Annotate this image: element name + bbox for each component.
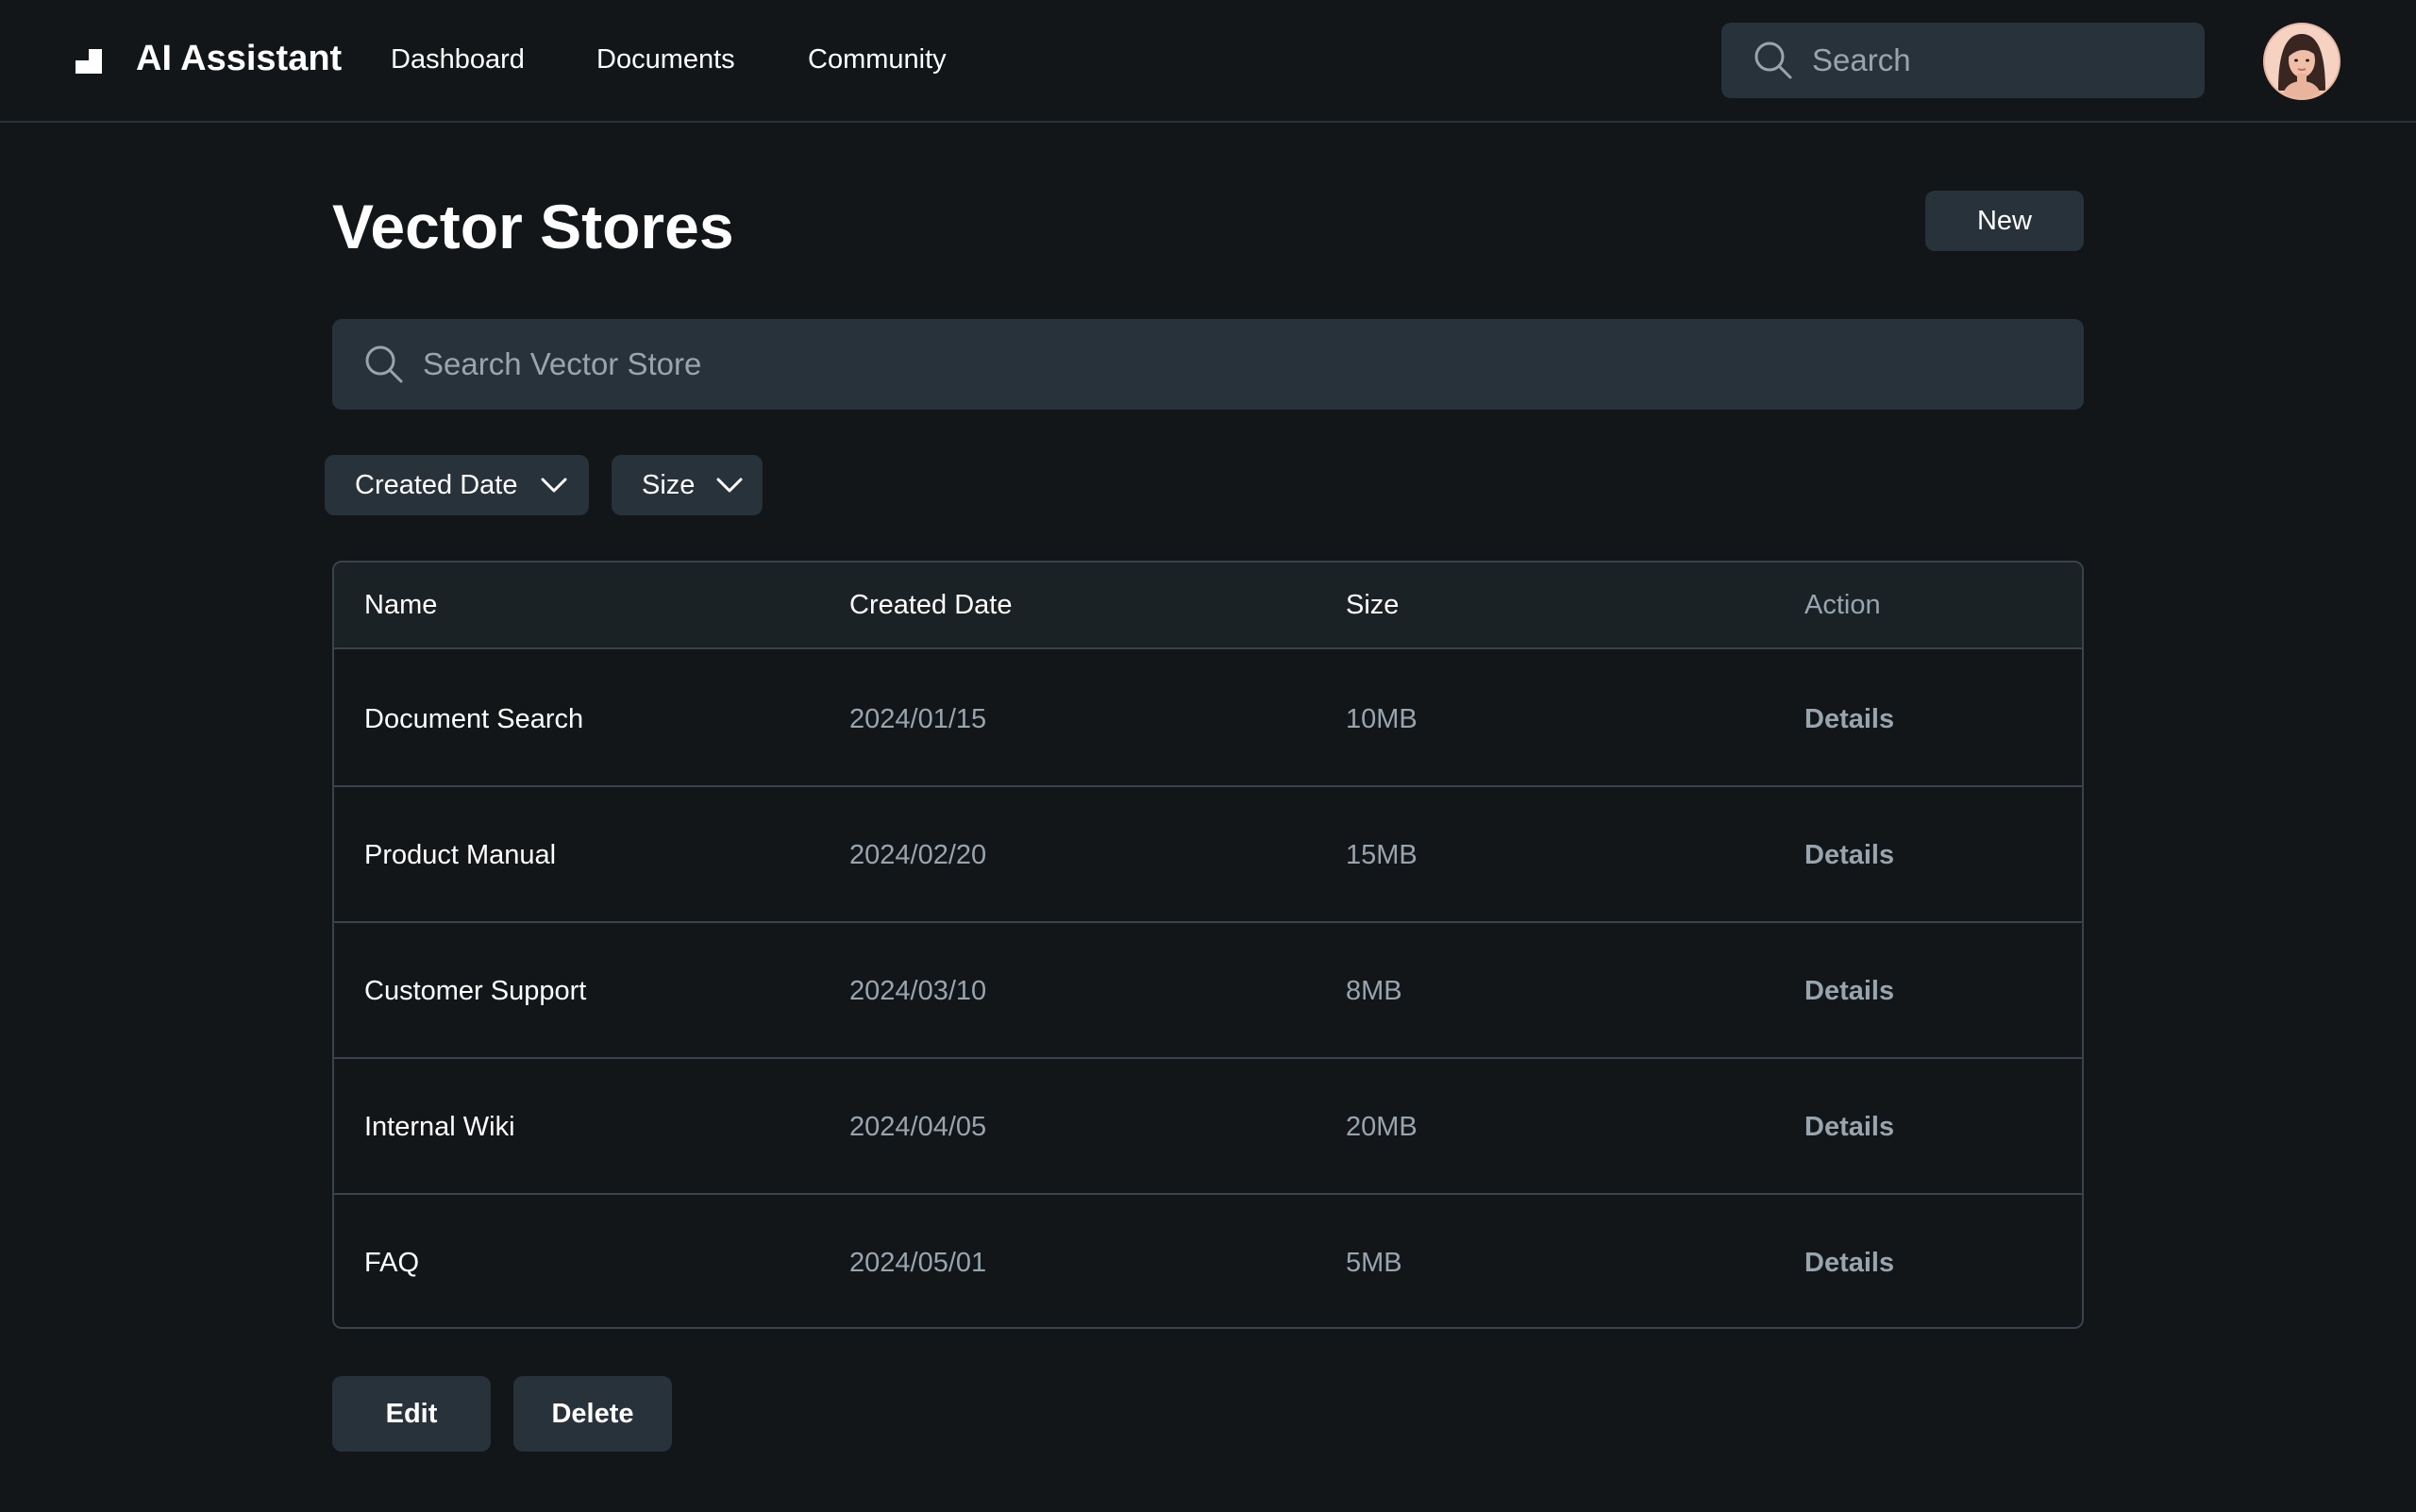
logo-icon	[76, 49, 102, 74]
created-date-filter[interactable]: Created Date	[325, 455, 589, 515]
created-date-filter-label: Created Date	[355, 470, 518, 500]
column-header-created-date: Created Date	[849, 590, 1013, 620]
size-filter[interactable]: Size	[612, 455, 763, 515]
avatar-portrait	[2265, 25, 2339, 98]
table-header: Name Created Date Size Action	[334, 563, 2082, 649]
column-header-action: Action	[1804, 590, 1881, 620]
table-row[interactable]: Document Search 2024/01/15 10MB Details	[334, 651, 2082, 787]
avatar[interactable]	[2263, 23, 2340, 100]
column-header-size: Size	[1346, 590, 1400, 620]
details-link[interactable]: Details	[1804, 701, 1894, 737]
row-created-date: 2024/03/10	[849, 976, 987, 1006]
edit-button[interactable]: Edit	[332, 1376, 491, 1452]
search-icon	[1754, 42, 1792, 79]
row-created-date: 2024/02/20	[849, 840, 987, 870]
row-size: 20MB	[1346, 1112, 1418, 1142]
row-name: Product Manual	[364, 840, 557, 870]
delete-button[interactable]: Delete	[513, 1376, 672, 1452]
nav-dashboard[interactable]: Dashboard	[391, 42, 525, 77]
row-size: 8MB	[1346, 976, 1402, 1006]
row-name: Internal Wiki	[364, 1112, 515, 1142]
details-link[interactable]: Details	[1804, 1109, 1894, 1145]
chevron-down-icon	[716, 478, 743, 493]
global-search-box[interactable]	[1721, 23, 2205, 98]
column-header-name: Name	[364, 590, 438, 620]
details-link[interactable]: Details	[1804, 837, 1894, 873]
row-created-date: 2024/04/05	[849, 1112, 987, 1142]
nav-documents[interactable]: Documents	[596, 42, 735, 77]
table-row[interactable]: Internal Wiki 2024/04/05 20MB Details	[334, 1059, 2082, 1195]
details-link[interactable]: Details	[1804, 1245, 1894, 1281]
new-button[interactable]: New	[1925, 191, 2084, 251]
row-created-date: 2024/01/15	[849, 704, 987, 734]
size-filter-label: Size	[642, 470, 696, 500]
row-name: Customer Support	[364, 976, 587, 1006]
brand-name[interactable]: AI Assistant	[136, 36, 342, 81]
table-row[interactable]: FAQ 2024/05/01 5MB Details	[334, 1195, 2082, 1327]
details-link[interactable]: Details	[1804, 973, 1894, 1009]
row-size: 5MB	[1346, 1248, 1402, 1278]
page-title: Vector Stores	[332, 192, 734, 261]
row-name: FAQ	[364, 1248, 420, 1278]
vector-store-search-box[interactable]	[332, 319, 2084, 410]
search-icon	[365, 345, 403, 383]
table-row[interactable]: Product Manual 2024/02/20 15MB Details	[334, 787, 2082, 923]
row-name: Document Search	[364, 704, 584, 734]
global-search-input[interactable]	[1812, 23, 2190, 98]
row-size: 10MB	[1346, 704, 1418, 734]
row-size: 15MB	[1346, 840, 1418, 870]
top-navigation-bar: AI Assistant Dashboard Documents Communi…	[0, 0, 2416, 123]
vector-store-search-input[interactable]	[423, 319, 2046, 410]
chevron-down-icon	[541, 478, 567, 493]
row-created-date: 2024/05/01	[849, 1248, 987, 1278]
table-row[interactable]: Customer Support 2024/03/10 8MB Details	[334, 923, 2082, 1059]
vector-stores-table: Name Created Date Size Action Document S…	[332, 561, 2084, 1329]
nav-community[interactable]: Community	[808, 42, 947, 77]
